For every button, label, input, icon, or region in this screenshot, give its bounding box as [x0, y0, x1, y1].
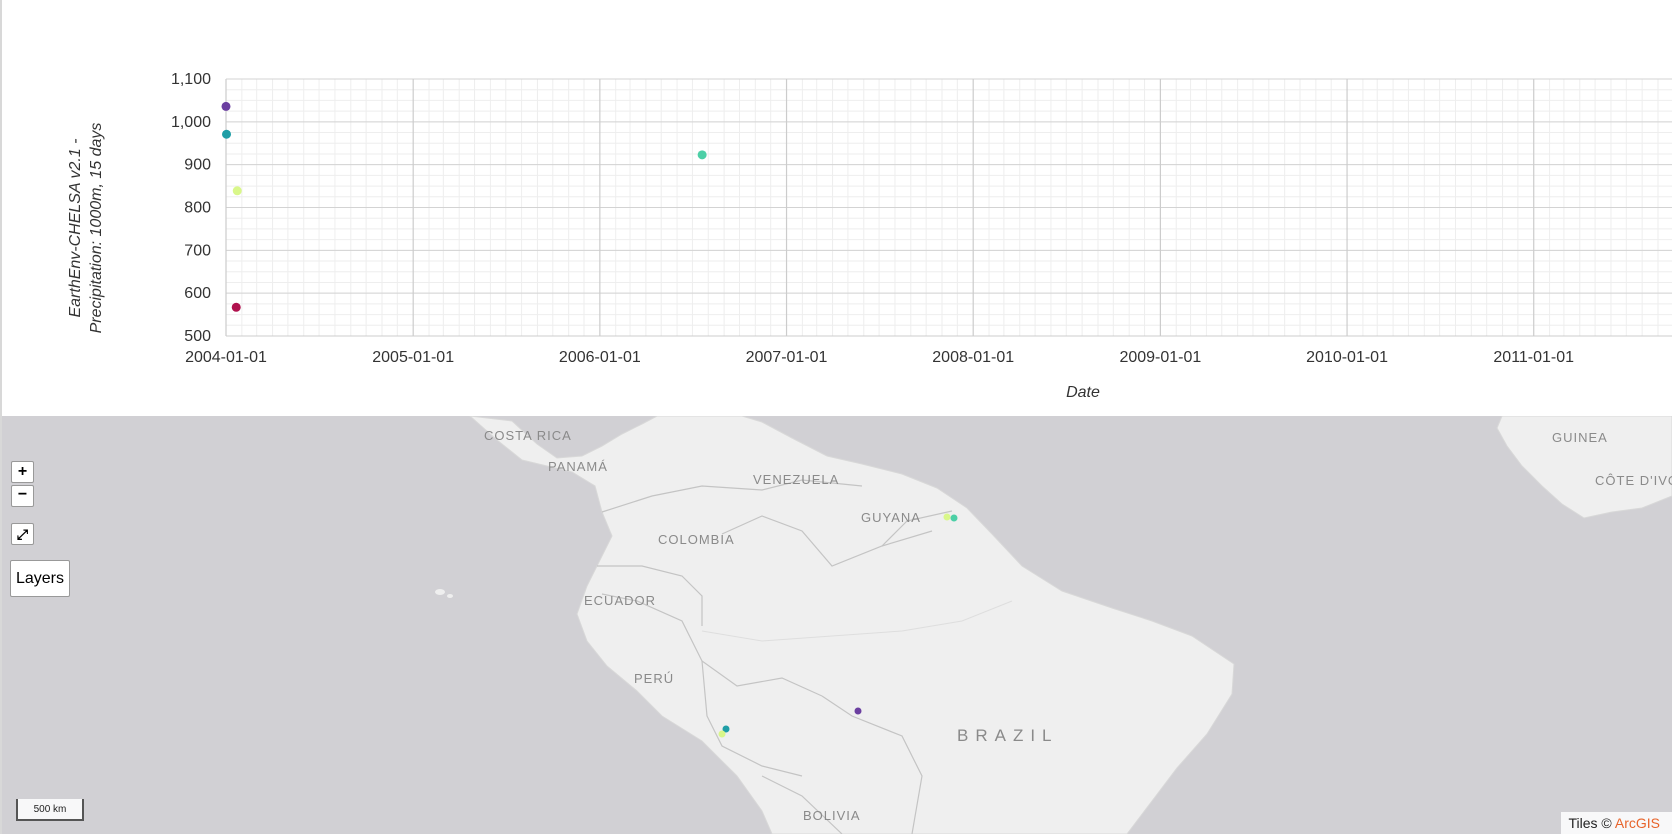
y-axis-title: EarthEnv-CHELSA v2.1 - Precipitation: 10… [67, 122, 105, 334]
y-tick-label: 600 [184, 285, 211, 302]
x-axis-title: Date [1066, 384, 1100, 401]
layers-button[interactable]: Layers [10, 560, 70, 597]
x-tick-label: 2006-01-01 [559, 349, 641, 366]
data-point [221, 101, 231, 111]
fullscreen-icon[interactable]: ⤢ [11, 523, 34, 545]
map-country-label: GUYANA [861, 510, 921, 525]
x-tick-label: 2009-01-01 [1119, 349, 1201, 366]
map-country-label: PANAMÁ [548, 459, 608, 474]
map-country-label: ECUADOR [584, 593, 657, 608]
data-point [222, 129, 232, 139]
chart-panel: 500 600 700 800 900 1,000 1,100 2004-01-01 2005… [2, 0, 1672, 416]
map-country-label: GUINEA [1552, 430, 1608, 445]
y-tick-label: 1,100 [171, 71, 211, 88]
zoom-in-button[interactable]: + [11, 461, 34, 483]
map-country-label: BRAZIL [957, 726, 1059, 745]
arcgis-link[interactable]: ArcGIS [1615, 815, 1660, 831]
y-tick-label: 900 [184, 157, 211, 174]
data-point [697, 150, 707, 160]
zoom-out-button[interactable]: − [11, 485, 34, 507]
map-country-label: PERÚ [634, 671, 675, 686]
attribution-text: Tiles © [1568, 815, 1615, 831]
y-tick-label: 1,000 [171, 114, 211, 131]
map-country-label: COLOMBIA [658, 532, 735, 547]
x-tick-label: 2007-01-01 [746, 349, 828, 366]
data-point [231, 302, 241, 312]
island [435, 589, 445, 595]
map-country-label: CÔTE D'IVO [1595, 473, 1672, 488]
y-tick-label: 700 [184, 242, 211, 259]
map-country-label: VENEZUELA [753, 472, 840, 487]
island [447, 594, 453, 598]
y-tick-label: 500 [184, 328, 211, 345]
map-panel[interactable]: COSTA RICA PANAMÁ VENEZUELA GUYANA COLOMBIA E… [2, 416, 1672, 834]
map-marker[interactable] [718, 730, 726, 738]
x-tick-label: 2005-01-01 [372, 349, 454, 366]
map-marker[interactable] [950, 514, 958, 522]
map-country-label: BOLIVIA [803, 808, 861, 823]
map-marker[interactable] [943, 513, 951, 521]
scatter-chart: 500 600 700 800 900 1,000 1,100 2004-01-01 2005… [171, 71, 1672, 401]
map-marker[interactable] [854, 707, 862, 715]
x-tick-label: 2004-01-01 [185, 349, 267, 366]
x-tick-label: 2008-01-01 [932, 349, 1014, 366]
map-country-label: COSTA RICA [484, 428, 572, 443]
x-tick-label: 2011-01-01 [1493, 349, 1574, 366]
y-tick-label: 800 [184, 200, 211, 217]
data-point [232, 186, 242, 196]
scale-bar: 500 km [16, 799, 84, 821]
x-tick-label: 2010-01-01 [1306, 349, 1388, 366]
map-attribution: Tiles © ArcGIS [1560, 812, 1672, 834]
landmass-americas [469, 416, 1235, 834]
